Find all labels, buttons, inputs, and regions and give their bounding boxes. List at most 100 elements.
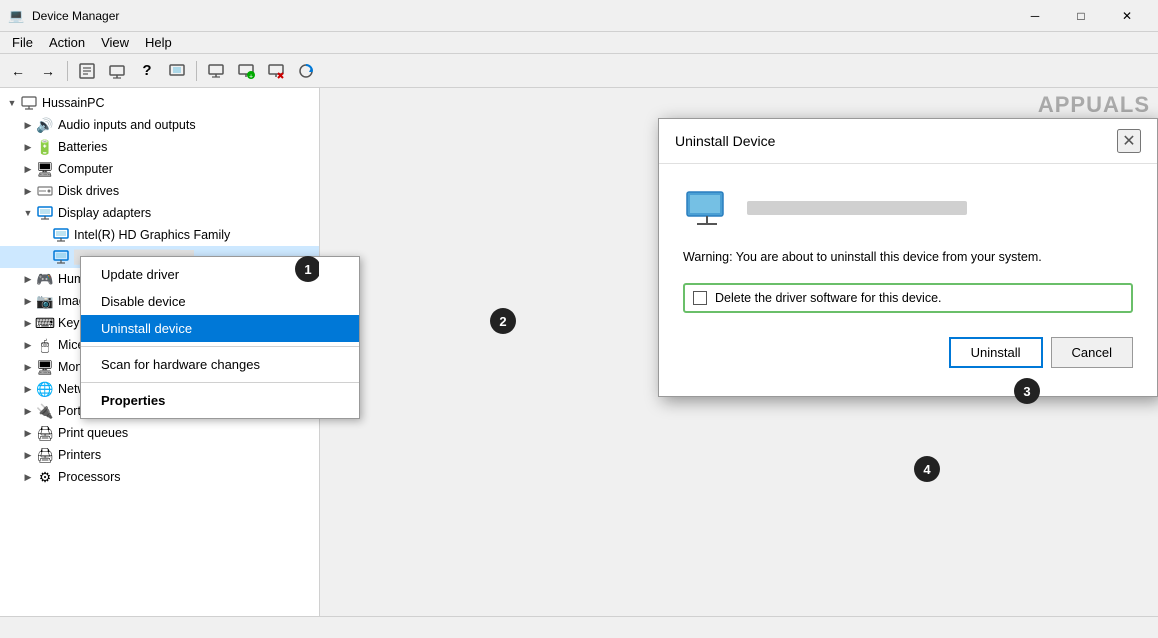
root-expand[interactable]: ▼: [4, 92, 20, 114]
audio-label: Audio inputs and outputs: [58, 118, 196, 132]
network-icon: 🌐: [36, 380, 54, 398]
computer-expand[interactable]: ▶: [20, 158, 36, 180]
menu-action[interactable]: Action: [41, 33, 93, 52]
keyboard-icon: ⌨: [36, 314, 54, 332]
dialog-footer: Uninstall Cancel: [683, 337, 1133, 376]
toolbar-back[interactable]: ←: [4, 57, 32, 85]
tree-audio[interactable]: ▶ 🔊 Audio inputs and outputs: [0, 114, 319, 136]
toolbar-install[interactable]: +: [232, 57, 260, 85]
step4-badge: 4: [914, 456, 940, 482]
dialog-close-button[interactable]: ✕: [1117, 129, 1141, 153]
toolbar-uninstall[interactable]: [262, 57, 290, 85]
cancel-button[interactable]: Cancel: [1051, 337, 1133, 368]
toolbar-properties[interactable]: [73, 57, 101, 85]
ctx-properties[interactable]: Properties: [81, 387, 359, 414]
imaging-expand[interactable]: ▶: [20, 290, 36, 312]
batteries-label: Batteries: [58, 140, 107, 154]
tree-root[interactable]: ▼ HussainPC: [0, 92, 319, 114]
delete-driver-checkbox[interactable]: [693, 291, 707, 305]
toolbar-scan[interactable]: [292, 57, 320, 85]
menu-view[interactable]: View: [93, 33, 137, 52]
step3-badge: 3: [1014, 378, 1040, 404]
print-queues-icon: 🖨: [36, 424, 54, 442]
printers-expand[interactable]: ▶: [20, 444, 36, 466]
computer-label: Computer: [58, 162, 113, 176]
main-content: APPUALS ▼ HussainPC ▶ 🔊 Audio inputs and…: [0, 88, 1158, 616]
print-queues-expand[interactable]: ▶: [20, 422, 36, 444]
toolbar-forward[interactable]: →: [34, 57, 62, 85]
context-menu: Update driver Disable device Uninstall d…: [80, 256, 360, 419]
ctx-disable-device[interactable]: Disable device: [81, 288, 359, 315]
menu-bar: File Action View Help: [0, 32, 1158, 54]
dialog-body: Warning: You are about to uninstall this…: [659, 164, 1157, 396]
dialog-device-row: [683, 184, 1133, 232]
appuals-logo: APPUALS: [1038, 92, 1150, 118]
dialog-checkbox-row[interactable]: Delete the driver software for this devi…: [683, 283, 1133, 313]
tree-computer[interactable]: ▶ 🖥 Computer: [0, 158, 319, 180]
status-bar: [0, 616, 1158, 638]
gpu2-icon: [52, 248, 70, 266]
ctx-sep2: [81, 382, 359, 383]
toolbar: ← → ? +: [0, 54, 1158, 88]
toolbar-monitor[interactable]: [202, 57, 230, 85]
toolbar-device[interactable]: [103, 57, 131, 85]
audio-expand[interactable]: ▶: [20, 114, 36, 136]
tree-intel-gpu[interactable]: ▶ Intel(R) HD Graphics Family: [0, 224, 319, 246]
svg-text:+: +: [249, 73, 253, 80]
tree-batteries[interactable]: ▶ 🔋 Batteries: [0, 136, 319, 158]
imaging-icon: 📷: [36, 292, 54, 310]
mice-expand[interactable]: ▶: [20, 334, 36, 356]
monitors-expand[interactable]: ▶: [20, 356, 36, 378]
disk-icon: [36, 182, 54, 200]
title-bar-controls: ─ □ ✕: [1012, 0, 1150, 32]
disk-expand[interactable]: ▶: [20, 180, 36, 202]
toolbar-help[interactable]: ?: [133, 57, 161, 85]
toolbar-sep2: [196, 61, 197, 81]
display-expand[interactable]: ▼: [20, 202, 36, 224]
batteries-expand[interactable]: ▶: [20, 136, 36, 158]
disk-label: Disk drives: [58, 184, 119, 198]
toolbar-run[interactable]: [163, 57, 191, 85]
hid-icon: 🎮: [36, 270, 54, 288]
display-label: Display adapters: [58, 206, 151, 220]
processors-expand[interactable]: ▶: [20, 466, 36, 488]
menu-help[interactable]: Help: [137, 33, 180, 52]
dialog-title: Uninstall Device: [675, 133, 775, 149]
audio-icon: 🔊: [36, 116, 54, 134]
dialog-device-icon: [683, 184, 731, 232]
processors-label: Processors: [58, 470, 121, 484]
print-queues-label: Print queues: [58, 426, 128, 440]
ctx-uninstall-device[interactable]: Uninstall device: [81, 315, 359, 342]
keyboards-expand[interactable]: ▶: [20, 312, 36, 334]
menu-file[interactable]: File: [4, 33, 41, 52]
tree-display[interactable]: ▼ Display adapters: [0, 202, 319, 224]
ports-icon: 🔌: [36, 402, 54, 420]
tree-disk[interactable]: ▶ Disk drives: [0, 180, 319, 202]
window-title: Device Manager: [32, 9, 1012, 23]
uninstall-dialog: Uninstall Device ✕ Warning: You: [658, 118, 1158, 397]
dialog-warning: Warning: You are about to uninstall this…: [683, 248, 1133, 267]
monitors-icon: 🖥: [36, 358, 54, 376]
mice-icon: 🖱: [36, 336, 54, 354]
tree-processors[interactable]: ▶ ⚙ Processors: [0, 466, 319, 488]
ctx-sep1: [81, 346, 359, 347]
delete-driver-label: Delete the driver software for this devi…: [715, 291, 942, 305]
computer-icon2: 🖥: [36, 160, 54, 178]
dialog-title-bar: Uninstall Device ✕: [659, 119, 1157, 164]
processors-icon: ⚙: [36, 468, 54, 486]
ports-expand[interactable]: ▶: [20, 400, 36, 422]
intel-icon: [52, 226, 70, 244]
close-button[interactable]: ✕: [1104, 0, 1150, 32]
uninstall-button[interactable]: Uninstall: [949, 337, 1043, 368]
network-expand[interactable]: ▶: [20, 378, 36, 400]
minimize-button[interactable]: ─: [1012, 0, 1058, 32]
tree-print-queues[interactable]: ▶ 🖨 Print queues: [0, 422, 319, 444]
printers-icon: 🖨: [36, 446, 54, 464]
hid-expand[interactable]: ▶: [20, 268, 36, 290]
ctx-scan-hardware[interactable]: Scan for hardware changes: [81, 351, 359, 378]
tree-printers[interactable]: ▶ 🖨 Printers: [0, 444, 319, 466]
printers-label: Printers: [58, 448, 101, 462]
battery-icon: 🔋: [36, 138, 54, 156]
maximize-button[interactable]: □: [1058, 0, 1104, 32]
app-icon: 💻: [8, 8, 24, 24]
